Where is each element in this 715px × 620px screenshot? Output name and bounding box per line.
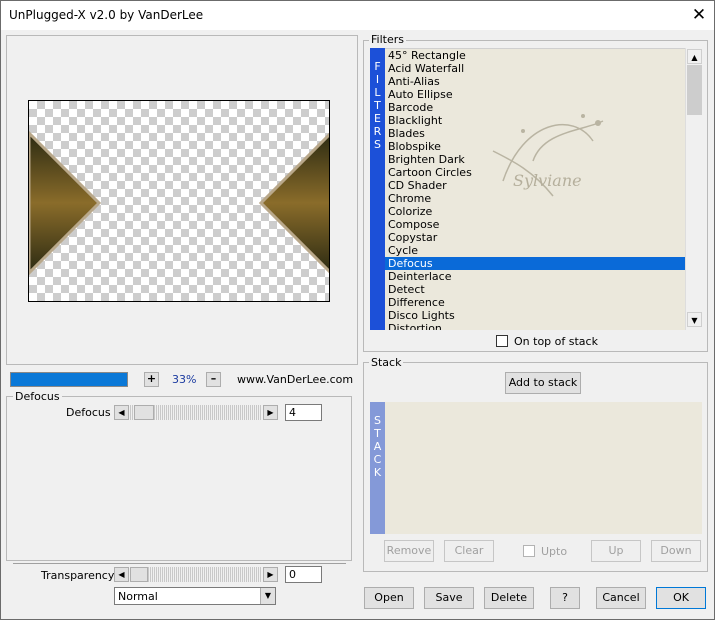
add-to-stack-button[interactable]: Add to stack xyxy=(505,372,581,394)
on-top-checkbox[interactable] xyxy=(496,335,508,347)
clear-button[interactable]: Clear xyxy=(444,540,494,562)
zoom-in-button[interactable]: + xyxy=(144,372,159,387)
down-button[interactable]: Down xyxy=(651,540,701,562)
vertical-letter: T xyxy=(374,427,381,440)
defocus-label: Defocus xyxy=(66,406,111,419)
defocus-slider-thumb[interactable] xyxy=(134,405,154,420)
watermark-text: Sylviane xyxy=(513,171,582,190)
transparency-slider-thumb[interactable] xyxy=(130,567,148,582)
help-button[interactable]: ? xyxy=(550,587,580,609)
on-top-label: On top of stack xyxy=(514,335,598,348)
up-button[interactable]: Up xyxy=(591,540,641,562)
transparency-decrease-icon[interactable]: ◀ xyxy=(114,567,129,582)
filter-list-item[interactable]: Distortion xyxy=(385,322,685,330)
scroll-up-icon[interactable]: ▲ xyxy=(687,49,702,64)
preview-image xyxy=(28,100,330,302)
filter-list-item[interactable]: Acid Waterfall xyxy=(385,62,685,75)
vertical-letter: A xyxy=(373,440,382,453)
preview-graphic xyxy=(29,130,329,276)
filter-list-item[interactable]: Auto Ellipse xyxy=(385,88,685,101)
render-progress xyxy=(10,372,128,387)
upto-label: Upto xyxy=(541,545,568,558)
scroll-down-icon[interactable]: ▼ xyxy=(687,312,702,327)
transparency-label: Transparency xyxy=(41,569,115,582)
upto-checkbox[interactable] xyxy=(523,545,535,557)
filter-list-item[interactable]: Difference xyxy=(385,296,685,309)
filter-list-item[interactable]: Anti-Alias xyxy=(385,75,685,88)
filter-list-item[interactable]: Detect xyxy=(385,283,685,296)
transparency-value-input[interactable]: 0 xyxy=(285,566,322,583)
filter-list-item[interactable]: Deinterlace xyxy=(385,270,685,283)
close-icon[interactable]: ✕ xyxy=(688,4,710,26)
blend-mode-value: Normal xyxy=(118,590,158,603)
window-title: UnPlugged-X v2.0 by VanDerLee xyxy=(9,8,204,22)
watermark-flourish-icon xyxy=(492,114,604,197)
vertical-letter: E xyxy=(374,112,381,125)
zoom-value: 33% xyxy=(172,373,197,386)
open-button[interactable]: Open xyxy=(364,587,414,609)
vertical-letter: T xyxy=(374,99,381,112)
scroll-thumb[interactable] xyxy=(687,65,702,115)
chevron-down-icon[interactable]: ▼ xyxy=(260,588,275,604)
vertical-letter: C xyxy=(373,453,382,466)
vertical-letter: F xyxy=(374,60,381,73)
filter-list-item[interactable]: Defocus xyxy=(385,257,685,270)
vertical-letter: I xyxy=(375,73,380,86)
defocus-value-input[interactable]: 4 xyxy=(285,404,322,421)
parameter-group-label: Defocus xyxy=(13,390,62,403)
render-progress-fill xyxy=(11,373,127,386)
vertical-letter: R xyxy=(373,125,382,138)
filters-list[interactable]: 45° Rectangle Acid Waterfall Anti-Alias Aut… xyxy=(385,48,685,330)
filters-vertical-bar: FILTERS xyxy=(370,48,385,330)
blend-mode-select[interactable]: Normal ▼ xyxy=(114,587,276,605)
filter-list-item[interactable]: Copystar xyxy=(385,231,685,244)
vertical-letter: L xyxy=(374,86,381,99)
filters-group-label: Filters xyxy=(369,33,406,46)
defocus-decrease-icon[interactable]: ◀ xyxy=(114,405,129,420)
vertical-letter: K xyxy=(373,466,382,479)
vertical-letter: S xyxy=(374,414,381,427)
ok-button[interactable]: OK xyxy=(656,587,706,609)
remove-button[interactable]: Remove xyxy=(384,540,434,562)
delete-button[interactable]: Delete xyxy=(484,587,534,609)
stack-group-label: Stack xyxy=(369,356,404,369)
defocus-increase-icon[interactable]: ▶ xyxy=(263,405,278,420)
vertical-letter: S xyxy=(374,138,381,151)
watermark: Sylviane xyxy=(463,101,623,221)
filters-scrollbar[interactable]: ▲ ▼ xyxy=(685,48,702,330)
cancel-button[interactable]: Cancel xyxy=(596,587,646,609)
filter-list-item[interactable]: Cycle xyxy=(385,244,685,257)
divider xyxy=(13,563,346,564)
defocus-slider-track[interactable] xyxy=(130,405,262,420)
filter-list-item[interactable]: 45° Rectangle xyxy=(385,49,685,62)
save-button[interactable]: Save xyxy=(424,587,474,609)
website-link[interactable]: www.VanDerLee.com xyxy=(237,373,353,386)
transparency-slider-track[interactable] xyxy=(130,567,262,582)
transparency-increase-icon[interactable]: ▶ xyxy=(263,567,278,582)
zoom-out-button[interactable]: – xyxy=(206,372,221,387)
stack-vertical-bar: STACK xyxy=(370,402,385,534)
filter-list-item[interactable]: Disco Lights xyxy=(385,309,685,322)
stack-list[interactable] xyxy=(385,402,702,534)
